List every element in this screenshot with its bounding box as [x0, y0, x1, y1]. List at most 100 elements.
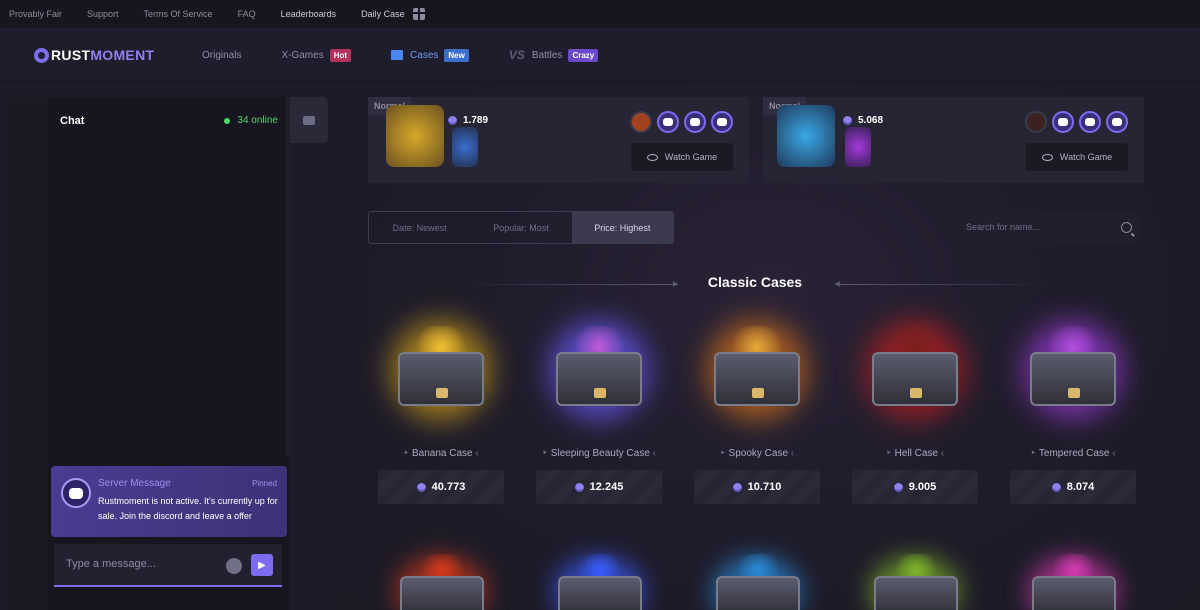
player-avatar[interactable]: [1052, 111, 1074, 133]
case-price[interactable]: 9.005: [852, 470, 978, 504]
case-name: Banana Case: [378, 448, 504, 459]
pinned-label: Pinned: [252, 479, 277, 488]
nav-cases-label: Cases: [410, 49, 439, 61]
box-icon: [391, 50, 404, 60]
case-chest: [556, 352, 642, 406]
top-utility-bar: Provably Fair Support Terms Of Service F…: [0, 0, 1200, 28]
server-message-title: Server Message: [98, 478, 171, 489]
game-price: 1.789: [448, 115, 488, 126]
coin-icon: [893, 482, 903, 492]
case-card[interactable]: [378, 550, 504, 610]
new-badge: New: [444, 48, 469, 62]
sort-price-highest[interactable]: Price: Highest: [571, 212, 673, 243]
leaderboards-link[interactable]: Leaderboards: [281, 9, 337, 19]
chat-title: Chat: [60, 115, 85, 127]
search-box: [952, 213, 1142, 243]
online-text: 34 online: [237, 115, 278, 126]
coin-icon: [448, 116, 457, 125]
player-avatar[interactable]: [711, 111, 733, 133]
divider-left: [460, 281, 678, 287]
case-thumbnail: [845, 127, 871, 167]
case-chest: [874, 576, 958, 610]
daily-case-link[interactable]: Daily Case: [361, 9, 405, 19]
watch-game-button[interactable]: Watch Game: [1026, 143, 1128, 171]
case-name: Tempered Case: [1010, 448, 1136, 459]
search-input[interactable]: [966, 222, 1106, 232]
logo-icon: [34, 47, 49, 63]
case-image: [386, 312, 496, 432]
nav-xgames[interactable]: X-Games Hot: [281, 48, 352, 62]
provably-fair-link[interactable]: Provably Fair: [9, 9, 62, 19]
nav-originals-label: Originals: [202, 49, 242, 61]
eye-icon: [646, 153, 658, 161]
case-price[interactable]: 10.710: [694, 470, 820, 504]
players: [630, 111, 733, 133]
case-card[interactable]: [1010, 550, 1136, 610]
logo-text-a: RUST: [51, 47, 91, 63]
watch-label: Watch Game: [664, 152, 718, 162]
case-image: [860, 312, 970, 432]
server-message: Server Message Pinned Rustmoment is not …: [51, 466, 287, 537]
live-game-card: Normal 1.789 Watch Game: [368, 97, 749, 183]
discord-avatar-icon: [61, 478, 91, 508]
coin-icon: [416, 482, 426, 492]
divider-right: [835, 281, 1053, 287]
chat-input-box: ▶: [54, 544, 282, 587]
chat-toggle-button[interactable]: [290, 97, 328, 143]
sort-date-newest[interactable]: Date: Newest: [369, 212, 470, 243]
case-price[interactable]: 8.074: [1010, 470, 1136, 504]
case-price[interactable]: 12.245: [536, 470, 662, 504]
player-avatar[interactable]: [630, 111, 652, 133]
chat-message-input[interactable]: [66, 558, 216, 570]
case-chest: [398, 352, 484, 406]
player-avatar[interactable]: [1079, 111, 1101, 133]
logo-text-b: MOMENT: [90, 47, 155, 63]
support-link[interactable]: Support: [87, 9, 119, 19]
logo[interactable]: RUSTMOMENT: [34, 47, 202, 63]
coin-icon: [1051, 482, 1061, 492]
case-image: [544, 312, 654, 432]
player-avatar[interactable]: [657, 111, 679, 133]
case-image: [1018, 312, 1128, 432]
main-content: Normal 1.789 Watch Game Normal 5.068 Wat…: [340, 82, 1200, 610]
sort-popular-most[interactable]: Popular: Most: [470, 212, 571, 243]
faq-link[interactable]: FAQ: [238, 9, 256, 19]
sort-tabs: Date: Newest Popular: Most Price: Highes…: [368, 211, 674, 244]
terms-link[interactable]: Terms Of Service: [144, 9, 213, 19]
player-avatar[interactable]: [1106, 111, 1128, 133]
live-game-card: Normal 5.068 Watch Game: [763, 97, 1144, 183]
case-chest: [1030, 352, 1116, 406]
player-avatar[interactable]: [1025, 111, 1047, 133]
nav-battles[interactable]: VS Battles Crazy: [509, 48, 599, 62]
case-card[interactable]: [536, 550, 662, 610]
nav-cases[interactable]: Cases New: [391, 48, 469, 62]
case-price-value: 9.005: [908, 481, 937, 493]
case-price-value: 12.245: [589, 481, 624, 493]
nav-originals[interactable]: Originals: [202, 50, 241, 61]
online-count: 34 online: [224, 115, 278, 126]
player-avatar[interactable]: [684, 111, 706, 133]
case-price[interactable]: 40.773: [378, 470, 504, 504]
case-chest: [872, 352, 958, 406]
send-button[interactable]: ▶: [251, 554, 273, 576]
game-price-value: 5.068: [858, 115, 884, 126]
chat-bubble-icon: [303, 115, 315, 125]
case-chest: [714, 352, 800, 406]
gift-icon: [412, 8, 425, 20]
case-price-value: 8.074: [1066, 481, 1095, 493]
chat-scrollbar[interactable]: [286, 97, 290, 457]
side-strip: [8, 97, 48, 610]
case-card[interactable]: [852, 550, 978, 610]
hot-badge: Hot: [329, 48, 352, 62]
eye-icon: [1041, 153, 1053, 161]
case-price-value: 40.773: [431, 481, 466, 493]
watch-game-button[interactable]: Watch Game: [631, 143, 733, 171]
case-thumbnail: [452, 127, 478, 167]
case-card[interactable]: [694, 550, 820, 610]
emoji-icon[interactable]: [226, 558, 242, 574]
game-price: 5.068: [843, 115, 883, 126]
case-chest: [400, 576, 484, 610]
main-nav: RUSTMOMENT Originals X-Games Hot Cases N…: [0, 28, 1200, 82]
search-icon[interactable]: [1121, 222, 1132, 233]
case-price-value: 10.710: [747, 481, 782, 493]
